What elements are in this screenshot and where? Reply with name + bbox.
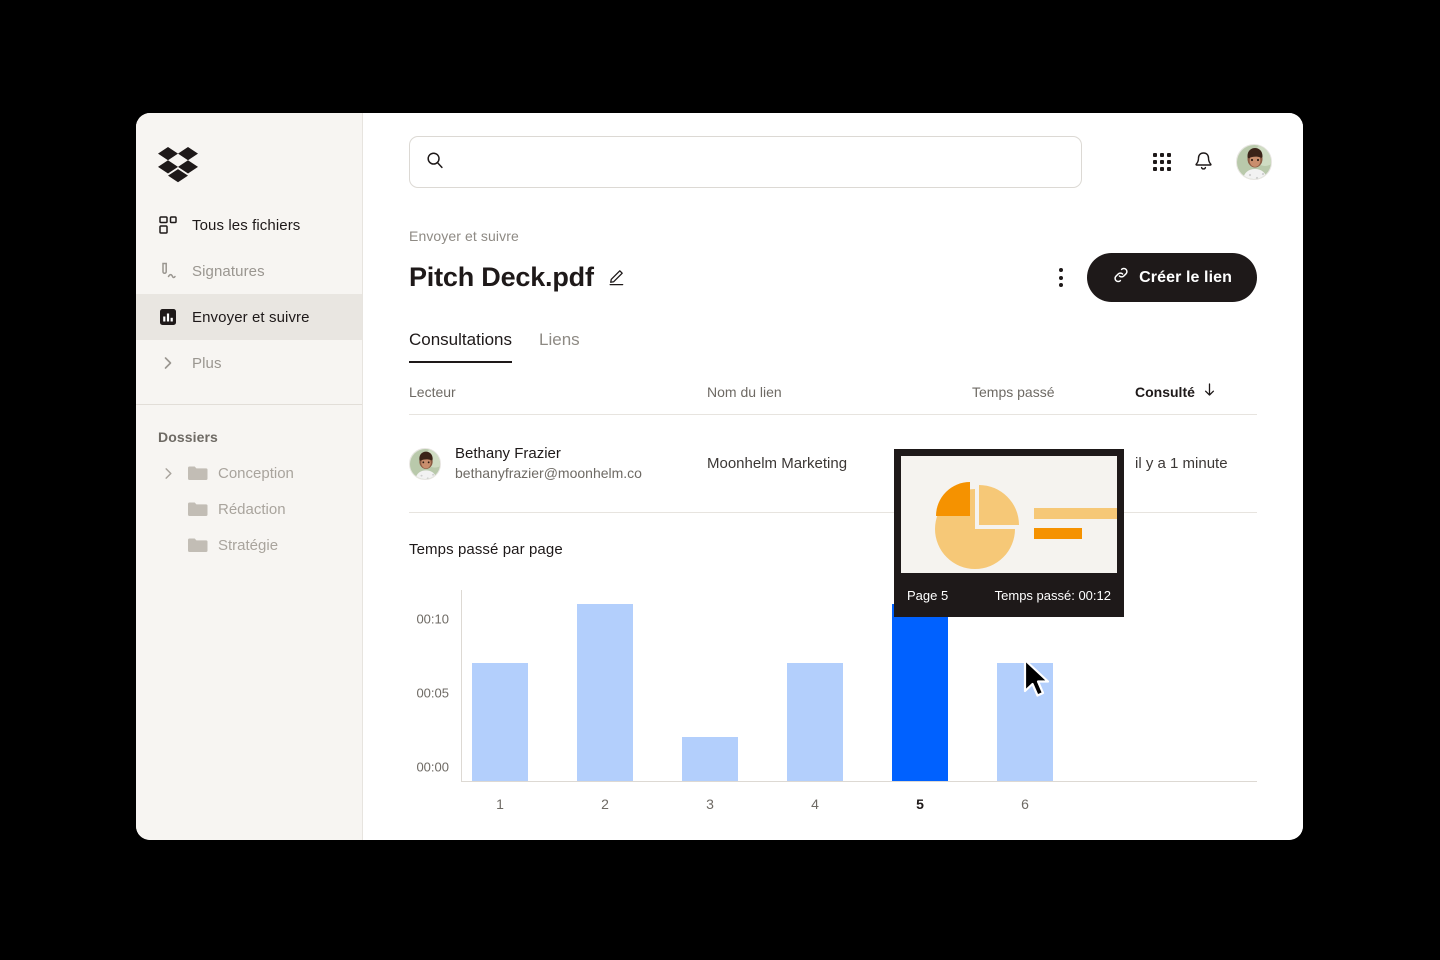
folder-item-strategie[interactable]: Stratégie [136,527,362,563]
time-per-page-chart: Temps passé par page 00:0000:0500:10 123… [363,513,1303,782]
page-preview-tooltip: Page 5 Temps passé: 00:12 [894,449,1124,617]
preview-page-label: Page 5 [907,588,948,603]
notification-bell-icon[interactable] [1193,151,1214,173]
chevron-right-icon[interactable] [158,467,178,480]
x-axis [461,781,1257,782]
app-grid-icon[interactable] [1153,153,1171,171]
reader-info: Bethany Frazier bethanyfrazier@moonhelm.… [455,443,642,484]
y-axis-tick-label: 00:10 [416,612,449,627]
create-link-button-label: Créer le lien [1139,269,1232,287]
create-link-button[interactable]: Créer le lien [1087,253,1257,302]
signature-icon [158,261,178,281]
title-row: Pitch Deck.pdf Créer le lien [409,253,1257,302]
bar-page-1[interactable] [472,663,528,781]
tabs: Consultations Liens [363,330,1303,363]
arrow-down-icon [1203,383,1216,400]
chart-title: Temps passé par page [409,541,1257,558]
folder-item-label: Stratégie [218,537,278,554]
search-box[interactable] [409,136,1082,188]
bar-page-4[interactable] [787,663,843,781]
app-window: Tous les fichiers Signatures Envoyer et … [136,113,1303,840]
x-axis-tick-label: 1 [496,796,504,812]
sidebar-item-tous-les-fichiers[interactable]: Tous les fichiers [136,202,362,248]
x-axis-tick-label: 2 [601,796,609,812]
table-header-row: Lecteur Nom du lien Temps passé Consulté [409,383,1257,415]
bar-page-2[interactable] [577,604,633,781]
tab-liens[interactable]: Liens [539,330,580,363]
sidebar-item-label: Envoyer et suivre [192,309,310,326]
folder-icon [188,501,208,517]
bar-page-5[interactable] [892,604,948,781]
x-axis-tick-label: 3 [706,796,714,812]
pencil-edit-icon[interactable] [608,269,625,286]
table-row[interactable]: Bethany Frazier bethanyfrazier@moonhelm.… [409,415,1257,513]
bar-page-3[interactable] [682,737,738,781]
dropbox-logo[interactable] [136,113,362,188]
reader-email: bethanyfrazier@moonhelm.co [455,464,642,484]
more-options-icon[interactable] [1051,262,1071,293]
page-title: Pitch Deck.pdf [409,262,594,293]
page-header: Envoyer et suivre Pitch Deck.pdf Créer l… [363,188,1303,302]
column-header-consulte[interactable]: Consulté [1135,383,1257,400]
column-header-lecteur[interactable]: Lecteur [409,384,707,400]
sidebar-item-label: Signatures [192,263,265,280]
breadcrumb[interactable]: Envoyer et suivre [409,228,1257,244]
sidebar-nav: Tous les fichiers Signatures Envoyer et … [136,188,362,398]
user-avatar[interactable] [1236,144,1272,180]
sidebar-item-label: Tous les fichiers [192,217,300,234]
folder-item-conception[interactable]: Conception [136,455,362,491]
tab-consultations[interactable]: Consultations [409,330,512,363]
topbar-actions [1153,144,1276,180]
topbar [363,113,1303,188]
preview-time-label: Temps passé: 00:12 [995,588,1111,603]
column-header-temps-passe[interactable]: Temps passé [972,384,1135,400]
folder-item-label: Rédaction [218,501,286,518]
all-files-icon [158,215,178,235]
views-table: Lecteur Nom du lien Temps passé Consulté [363,383,1303,513]
column-header-nom-du-lien[interactable]: Nom du lien [707,384,972,400]
bar-page-6[interactable] [997,663,1053,781]
chevron-right-icon [158,356,178,370]
x-axis-tick-label: 5 [916,796,924,812]
folders-section-title: Dossiers [136,405,362,455]
column-header-consulte-label: Consulté [1135,384,1195,400]
cell-viewed: il y a 1 minute [1135,455,1257,472]
sidebar-item-label: Plus [192,355,222,372]
y-axis-tick-label: 00:00 [416,760,449,775]
folders-list: Conception Rédaction Stratégie [136,455,362,563]
cell-reader: Bethany Frazier bethanyfrazier@moonhelm.… [409,443,707,484]
avatar [409,448,441,480]
reader-name: Bethany Frazier [455,443,642,464]
slide-thumbnail [901,456,1117,573]
sidebar-item-envoyer-et-suivre[interactable]: Envoyer et suivre [136,294,362,340]
preview-footer: Page 5 Temps passé: 00:12 [901,573,1117,617]
folder-item-label: Conception [218,465,294,482]
y-axis [461,590,462,782]
folder-icon [188,465,208,481]
send-track-icon [158,307,178,327]
chart-plot-area: 00:0000:0500:10 123456 [461,590,1257,782]
search-icon [426,151,444,174]
link-chain-icon [1112,266,1130,289]
sidebar: Tous les fichiers Signatures Envoyer et … [136,113,363,840]
folder-icon [188,537,208,553]
main-content: Envoyer et suivre Pitch Deck.pdf Créer l… [363,113,1303,840]
sidebar-item-plus[interactable]: Plus [136,340,362,386]
search-input[interactable] [454,154,1065,171]
folder-item-redaction[interactable]: Rédaction [136,491,362,527]
y-axis-tick-label: 00:05 [416,686,449,701]
sidebar-item-signatures[interactable]: Signatures [136,248,362,294]
x-axis-tick-label: 6 [1021,796,1029,812]
x-axis-tick-label: 4 [811,796,819,812]
title-actions: Créer le lien [1051,253,1257,302]
